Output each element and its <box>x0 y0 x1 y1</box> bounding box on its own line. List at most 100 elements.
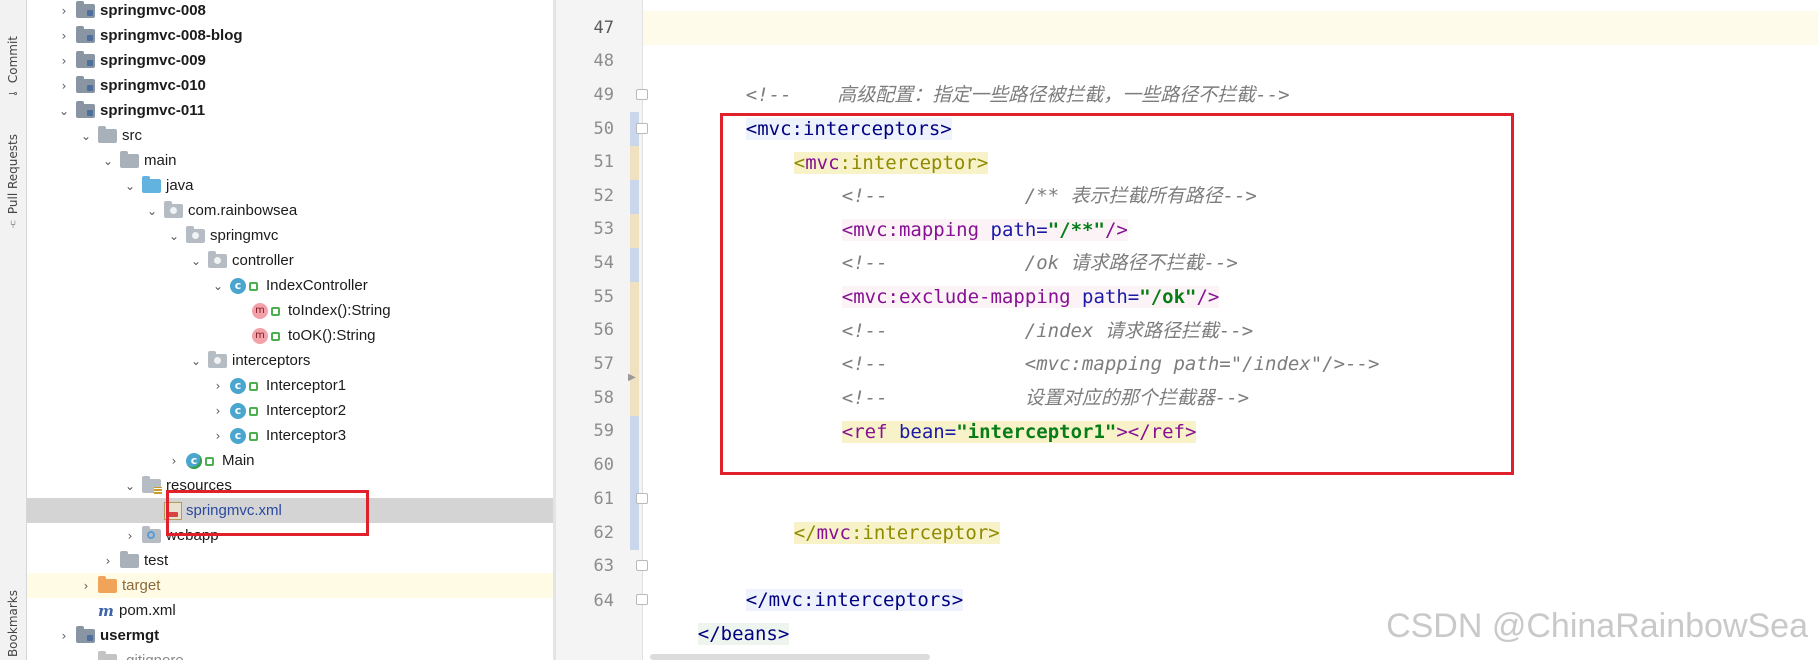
tree-row-label: usermgt <box>100 627 160 644</box>
line-number: 59 <box>593 421 614 441</box>
commit-tab[interactable]: Commit ⊸ <box>4 36 22 100</box>
collapse-arrow-icon[interactable]: ⌄ <box>57 104 71 118</box>
folded-lines-marker-icon[interactable]: ▶ <box>628 372 636 383</box>
code-line-63[interactable]: </mvc:interceptors> <box>643 549 1818 611</box>
code-line-47[interactable] <box>643 11 1818 45</box>
class-icon: c <box>230 377 246 394</box>
collapse-arrow-icon[interactable]: ⌄ <box>211 279 225 293</box>
expand-arrow-icon[interactable]: › <box>57 29 71 43</box>
line-number: 50 <box>593 119 614 139</box>
tree-row-java[interactable]: ⌄ java <box>27 173 554 198</box>
expand-arrow-icon[interactable]: › <box>167 454 181 468</box>
line-number: 62 <box>593 523 614 543</box>
code-line-54[interactable]: <mvc:exclude-mapping path="/ok"/> <box>643 246 1818 308</box>
collapse-arrow-icon[interactable]: ⌄ <box>123 479 137 493</box>
expand-arrow-icon[interactable]: › <box>211 379 225 393</box>
tree-row-target[interactable]: › target <box>27 573 554 598</box>
code-line-52[interactable]: <mvc:mapping path="/**"/> <box>643 179 1818 241</box>
bookmarks-tab-label: Bookmarks <box>6 590 20 658</box>
tree-row-label: Interceptor3 <box>266 427 347 444</box>
collapse-arrow-icon[interactable]: ⌄ <box>189 354 203 368</box>
tree-row-resources[interactable]: ⌄ resources <box>27 473 554 498</box>
tree-row-test[interactable]: › test <box>27 548 554 573</box>
code-line-49[interactable]: <mvc:interceptors> <box>643 78 1818 140</box>
bookmarks-tab[interactable]: Bookmarks <box>4 590 22 657</box>
vcs-modified-marker[interactable] <box>630 214 639 248</box>
code-line-48[interactable]: <!-- 高级配置：指定一些路径被拦截，一些路径不拦截--> <box>643 44 1818 106</box>
tree-row-indexcontroller[interactable]: ⌄ c IndexController <box>27 273 554 298</box>
code-line-60[interactable] <box>643 448 1818 482</box>
collapse-arrow-icon[interactable]: ⌄ <box>79 129 93 143</box>
code-line-50[interactable]: <mvc:interceptor> <box>643 112 1818 174</box>
tree-row-gitignore[interactable]: › .gitignore <box>27 648 554 660</box>
code-line-62[interactable] <box>643 516 1818 550</box>
tree-row-label: target <box>122 577 161 594</box>
tree-row-com-rainbowsea[interactable]: ⌄ com.rainbowsea <box>27 198 554 223</box>
tree-row-springmvc-011[interactable]: ⌄ springmvc-011 <box>27 98 554 123</box>
tree-row-label: springmvc-008 <box>100 2 206 19</box>
tree-row-took[interactable]: › m toOK():String <box>27 323 554 348</box>
xml-file-icon <box>164 501 182 520</box>
tool-window-strip: Commit ⊸ Pull Requests ⑂ Bookmarks <box>0 0 27 660</box>
module-folder-icon <box>76 100 95 118</box>
package-icon <box>186 225 205 243</box>
code-line-59[interactable] <box>643 414 1818 448</box>
tree-row-src[interactable]: ⌄ src <box>27 123 554 148</box>
tree-row-usermgt[interactable]: › usermgt <box>27 623 554 648</box>
tree-row-interceptor3[interactable]: › c Interceptor3 <box>27 423 554 448</box>
expand-arrow-icon[interactable]: › <box>211 404 225 418</box>
tree-row-interceptor1[interactable]: › c Interceptor1 <box>27 373 554 398</box>
code-line-58[interactable]: <ref bean="interceptor1"></ref> <box>643 381 1818 443</box>
method-icon: m <box>252 302 268 319</box>
tree-row-springmvc[interactable]: ⌄ springmvc <box>27 223 554 248</box>
expand-arrow-icon[interactable]: › <box>123 529 137 543</box>
tree-row-toindex[interactable]: › m toIndex():String <box>27 298 554 323</box>
tree-row-controller[interactable]: ⌄ controller <box>27 248 554 273</box>
vcs-modified-marker[interactable] <box>630 146 639 180</box>
tree-row-springmvc-xml[interactable]: › springmvc.xml <box>27 498 554 523</box>
expand-arrow-icon[interactable]: › <box>101 554 115 568</box>
expand-arrow-icon[interactable]: › <box>57 54 71 68</box>
expand-arrow-icon[interactable]: › <box>79 579 93 593</box>
project-tree[interactable]: › springmvc-008 › springmvc-008-blog › s… <box>27 0 554 660</box>
vcs-modified-marker[interactable] <box>630 248 639 282</box>
vcs-added-marker[interactable] <box>630 416 639 550</box>
tree-row-main-class[interactable]: › c Main <box>27 448 554 473</box>
tree-row-webapp[interactable]: › webapp <box>27 523 554 548</box>
code-line-53[interactable]: <!-- /ok 请求路径不拦截--> <box>643 212 1818 274</box>
code-line-55[interactable]: <!-- /index 请求路径拦截--> <box>643 280 1818 342</box>
tree-row-interceptors[interactable]: ⌄ interceptors <box>27 348 554 373</box>
file-icon <box>98 650 117 660</box>
collapse-arrow-icon[interactable]: ⌄ <box>189 254 203 268</box>
expand-arrow-icon[interactable]: › <box>57 4 71 18</box>
editor-horizontal-scrollbar[interactable] <box>650 654 930 660</box>
tree-row-label: java <box>166 177 194 194</box>
expand-arrow-icon[interactable]: › <box>57 79 71 93</box>
code-line-51[interactable]: <!-- /** 表示拦截所有路径--> <box>643 145 1818 207</box>
collapse-arrow-icon[interactable]: ⌄ <box>101 154 115 168</box>
expand-arrow-icon[interactable]: › <box>211 429 225 443</box>
code-editor[interactable]: <!-- 高级配置：指定一些路径被拦截，一些路径不拦截--> <mvc:inte… <box>643 0 1818 660</box>
tree-row-springmvc-010[interactable]: › springmvc-010 <box>27 73 554 98</box>
vcs-modified-marker[interactable] <box>630 282 639 416</box>
code-line-57[interactable]: <!-- 设置对应的那个拦截器--> <box>643 347 1818 409</box>
tree-row-springmvc-008[interactable]: › springmvc-008 <box>27 0 554 23</box>
tree-row-label: main <box>144 152 177 169</box>
collapse-arrow-icon[interactable]: ⌄ <box>123 179 137 193</box>
code-line-56[interactable]: <!-- <mvc:mapping path="/index"/>--> <box>643 313 1818 375</box>
collapse-arrow-icon[interactable]: ⌄ <box>145 204 159 218</box>
tree-row-springmvc-009[interactable]: › springmvc-009 <box>27 48 554 73</box>
tree-row-label: resources <box>166 477 232 494</box>
expand-arrow-icon[interactable]: › <box>57 629 71 643</box>
excluded-folder-icon <box>98 575 117 593</box>
tree-row-main[interactable]: ⌄ main <box>27 148 554 173</box>
pull-requests-tab[interactable]: Pull Requests ⑂ <box>4 134 22 231</box>
tree-row-label: IndexController <box>266 277 368 294</box>
vcs-modified-marker[interactable] <box>630 180 639 214</box>
tree-row-interceptor2[interactable]: › c Interceptor2 <box>27 398 554 423</box>
tree-row-pom-xml[interactable]: › m pom.xml <box>27 598 554 623</box>
tree-row-springmvc-008-blog[interactable]: › springmvc-008-blog <box>27 23 554 48</box>
module-folder-icon <box>76 50 95 68</box>
code-line-61[interactable]: </mvc:interceptor> <box>643 482 1818 544</box>
collapse-arrow-icon[interactable]: ⌄ <box>167 229 181 243</box>
